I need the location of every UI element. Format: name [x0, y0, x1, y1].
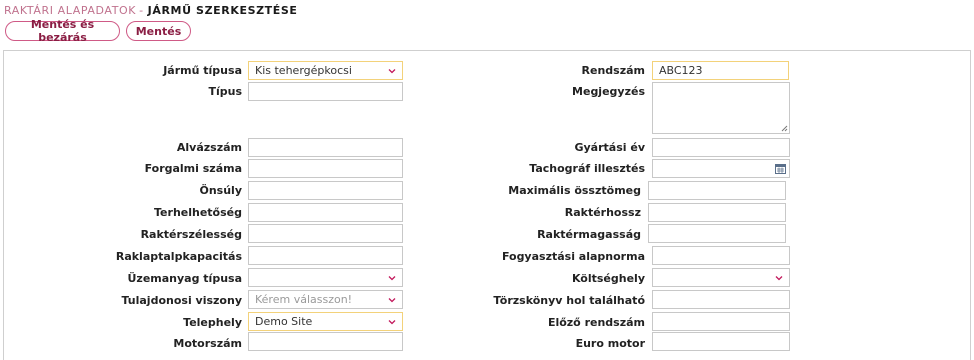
cargo-height-label: Raktérmagasság — [537, 228, 641, 241]
manufacture-year-input[interactable] — [652, 138, 790, 157]
chevron-down-icon — [388, 298, 396, 303]
ownership-placeholder: Kérem válasszon! — [255, 293, 353, 306]
vehicle-type-label: Jármű típusa — [163, 64, 242, 77]
pallet-capacity-label: Raklaptalpkapacitás — [115, 250, 242, 263]
engine-no-label: Motorszám — [173, 337, 242, 350]
plate-value: ABC123 — [659, 64, 703, 77]
save-button[interactable]: Mentés — [126, 21, 191, 41]
chevron-down-icon — [388, 69, 396, 74]
chevron-down-icon — [775, 276, 783, 281]
resize-grip-icon[interactable] — [781, 125, 788, 132]
ownership-select[interactable]: Kérem válasszon! — [248, 290, 403, 309]
logbook-location-input[interactable] — [652, 290, 790, 309]
chevron-down-icon — [388, 276, 396, 281]
logbook-location-label: Törzskönyv hol található — [493, 294, 645, 307]
engine-no-input[interactable] — [248, 332, 403, 351]
pallet-capacity-input[interactable] — [248, 246, 403, 265]
max-total-weight-input[interactable] — [648, 181, 786, 200]
site-label: Telephely — [183, 316, 242, 329]
load-capacity-label: Terhelhetőség — [154, 206, 242, 219]
type-input[interactable] — [248, 82, 403, 101]
note-label: Megjegyzés — [572, 85, 645, 98]
plate-label: Rendszám — [581, 64, 645, 77]
max-total-weight-label: Maximális össztömeg — [508, 184, 641, 197]
previous-plate-label: Előző rendszám — [547, 316, 645, 329]
calendar-icon[interactable] — [775, 163, 786, 174]
cost-center-select[interactable] — [652, 268, 790, 287]
breadcrumb-separator: - — [139, 4, 144, 17]
cargo-length-label: Raktérhossz — [564, 206, 641, 219]
chassis-label: Alvázszám — [176, 141, 242, 154]
chassis-input[interactable] — [248, 138, 403, 157]
breadcrumb: RAKTÁRI ALAPADATOK - JÁRMŰ SZERKESZTÉSE — [4, 4, 298, 17]
plate-input[interactable]: ABC123 — [652, 61, 789, 80]
ownership-label: Tulajdonosi viszony — [121, 294, 242, 307]
type-label: Típus — [208, 85, 242, 98]
manufacture-year-label: Gyártási év — [574, 141, 645, 154]
site-value: Demo Site — [255, 315, 313, 328]
curb-weight-label: Önsúly — [199, 184, 242, 197]
chevron-down-icon — [388, 320, 396, 325]
fuel-type-select[interactable] — [248, 268, 403, 287]
consumption-norm-label: Fogyasztási alapnorma — [501, 250, 645, 263]
note-textarea[interactable] — [652, 82, 790, 134]
cargo-height-input[interactable] — [648, 224, 786, 243]
fuel-type-label: Üzemanyag típusa — [127, 272, 242, 285]
registration-no-label: Forgalmi száma — [144, 162, 242, 175]
breadcrumb-parent[interactable]: RAKTÁRI ALAPADATOK — [4, 4, 136, 17]
cargo-width-input[interactable] — [248, 224, 403, 243]
site-select[interactable]: Demo Site — [248, 312, 403, 331]
vehicle-type-select[interactable]: Kis tehergépkocsi — [248, 61, 403, 80]
tachograph-label: Tachográf illesztés — [529, 162, 645, 175]
cargo-length-input[interactable] — [648, 203, 786, 222]
curb-weight-input[interactable] — [248, 181, 403, 200]
save-and-close-button[interactable]: Mentés és bezárás — [5, 18, 120, 44]
previous-plate-input[interactable] — [652, 312, 790, 331]
registration-no-input[interactable] — [248, 159, 403, 178]
euro-engine-input[interactable] — [652, 332, 790, 351]
consumption-norm-input[interactable] — [652, 246, 790, 265]
tachograph-date-input[interactable] — [652, 159, 790, 178]
cargo-width-label: Raktérszélesség — [140, 228, 242, 241]
page-title: JÁRMŰ SZERKESZTÉSE — [147, 4, 298, 17]
cost-center-label: Költséghely — [571, 272, 645, 285]
load-capacity-input[interactable] — [248, 203, 403, 222]
euro-engine-label: Euro motor — [575, 337, 645, 350]
vehicle-type-value: Kis tehergépkocsi — [255, 64, 352, 77]
